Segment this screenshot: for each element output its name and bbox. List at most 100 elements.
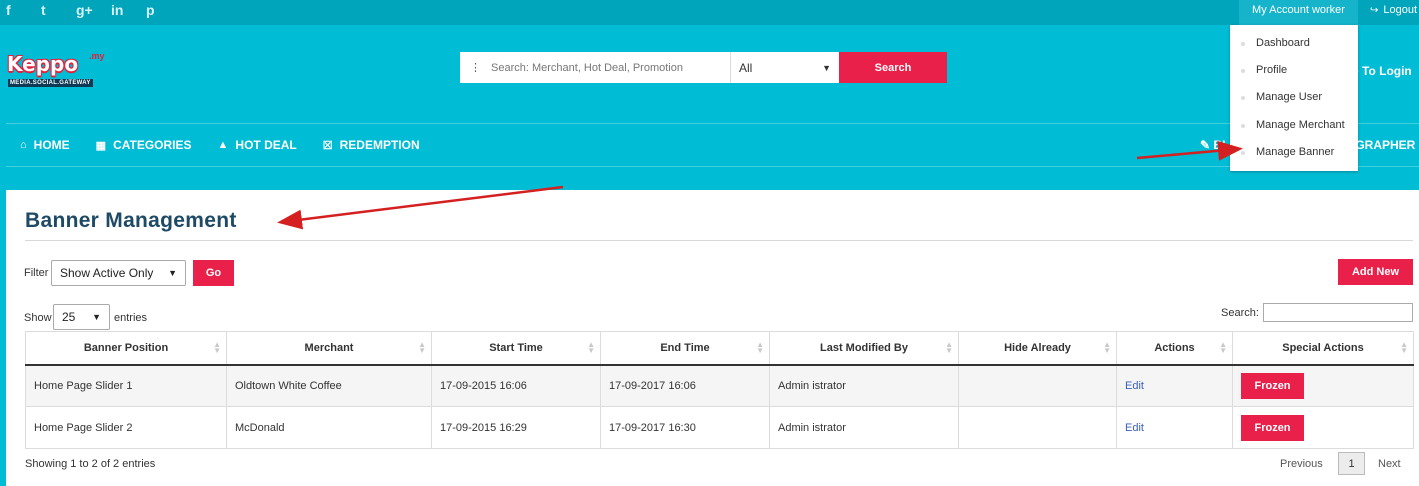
google-plus-icon[interactable]: g+ — [76, 2, 111, 18]
frozen-button[interactable]: Frozen — [1241, 414, 1304, 441]
table-search-label: Search: — [1221, 307, 1259, 319]
cell-actions: Edit — [1116, 406, 1233, 449]
column-header[interactable]: Actions ▲ ▼ — [1116, 331, 1233, 366]
pagination-previous[interactable]: Previous — [1280, 458, 1323, 470]
logo-wordmark: Keppo — [7, 52, 79, 76]
pagination-page-1[interactable]: 1 — [1338, 452, 1365, 475]
nav-categories[interactable]: ▦ CATEGORIES — [96, 138, 192, 152]
logout-icon: ↪ — [1370, 5, 1379, 16]
filter-select[interactable]: Show Active Only ▼ — [51, 260, 186, 286]
column-header[interactable]: Hide Already ▲ ▼ — [958, 331, 1117, 366]
edit-link[interactable]: Edit — [1125, 422, 1144, 434]
cell-hide-already — [958, 406, 1117, 449]
menu-item-manage-banner[interactable]: Manage Banner — [1241, 146, 1334, 158]
top-bar: f t g+ in p My Account worker ↪ Logout — [0, 0, 1419, 25]
login-link[interactable]: e To Login — [1352, 64, 1412, 78]
site-logo[interactable]: Keppo .my MEDIA.SOCIAL.GATEWAY — [7, 50, 125, 92]
cell-special-actions: Frozen — [1232, 406, 1414, 449]
caret-down-icon: ▼ — [822, 62, 831, 73]
search-input[interactable]: ⋮ Search: Merchant, Hot Deal, Promotion — [460, 52, 730, 83]
column-header[interactable]: Start Time ▲ ▼ — [431, 331, 601, 366]
logo-domain: .my — [89, 51, 105, 61]
nav-home[interactable]: ⌂ HOME — [20, 138, 70, 152]
filter-label: Filter — [24, 267, 49, 279]
menu-item-dashboard[interactable]: Dashboard — [1241, 37, 1310, 49]
menu-item-profile[interactable]: Profile — [1241, 64, 1287, 76]
cell-end-time: 17-09-2017 16:30 — [600, 406, 770, 449]
caret-down-icon: ▼ — [92, 312, 101, 322]
nav-hot-deal[interactable]: ▲ HOT DEAL — [218, 138, 297, 152]
column-header[interactable]: Banner Position ▲ ▼ — [25, 331, 227, 366]
bullet-icon — [1241, 151, 1245, 155]
sort-icon: ▲ ▼ — [1219, 340, 1227, 355]
main-nav: ⌂ HOME ▦ CATEGORIES ▲ HOT DEAL ☒ REDEMPT… — [20, 138, 446, 152]
search-handle-icon: ⋮ — [470, 62, 481, 74]
my-account-button[interactable]: My Account worker — [1239, 0, 1358, 25]
column-header[interactable]: Merchant ▲ ▼ — [226, 331, 432, 366]
linkedin-icon[interactable]: in — [111, 2, 146, 18]
sort-icon: ▲ ▼ — [587, 340, 595, 355]
nav-categories-label: CATEGORIES — [113, 138, 192, 152]
pinterest-icon[interactable]: p — [146, 2, 181, 18]
menu-item-manage-user[interactable]: Manage User — [1241, 91, 1322, 103]
search-placeholder: Search: Merchant, Hot Deal, Promotion — [491, 61, 683, 74]
logo-tagline: MEDIA.SOCIAL.GATEWAY — [8, 79, 93, 87]
site-search: ⋮ Search: Merchant, Hot Deal, Promotion … — [460, 52, 947, 83]
add-new-button[interactable]: Add New — [1338, 259, 1413, 285]
bullet-icon — [1241, 124, 1245, 128]
social-links: f t g+ in p — [6, 2, 181, 18]
banner-table: Banner Position ▲ ▼ Merchant ▲ ▼ Start Time ▲… — [25, 331, 1414, 449]
column-header[interactable]: Special Actions ▲ ▼ — [1232, 331, 1414, 366]
menu-item-manage-merchant[interactable]: Manage Merchant — [1241, 119, 1345, 131]
table-row: Home Page Slider 1 Oldtown White Coffee … — [25, 364, 1414, 407]
nav-blog[interactable]: ✎ BL — [1200, 138, 1229, 152]
pagination-next[interactable]: Next — [1378, 458, 1401, 470]
column-header[interactable]: Last Modified By ▲ ▼ — [769, 331, 959, 366]
go-button[interactable]: Go — [193, 260, 234, 286]
sort-icon: ▲ ▼ — [1400, 340, 1408, 355]
sort-icon: ▲ ▼ — [756, 340, 764, 355]
bullet-icon — [1241, 42, 1245, 46]
cell-special-actions: Frozen — [1232, 364, 1414, 407]
logout-button[interactable]: ↪ Logout — [1370, 0, 1417, 25]
cell-end-time: 17-09-2017 16:06 — [600, 364, 770, 407]
cell-start-time: 17-09-2015 16:06 — [431, 364, 601, 407]
cell-hide-already — [958, 364, 1117, 407]
gift-icon: ☒ — [322, 139, 333, 152]
facebook-icon[interactable]: f — [6, 2, 41, 18]
cell-last-modified-by: Admin istrator — [769, 406, 959, 449]
column-header[interactable]: End Time ▲ ▼ — [600, 331, 770, 366]
grid-icon: ▦ — [95, 139, 107, 152]
search-button[interactable]: Search — [839, 52, 947, 83]
table-search-input[interactable] — [1263, 303, 1413, 322]
table-header-row: Banner Position ▲ ▼ Merchant ▲ ▼ Start Time ▲… — [25, 331, 1414, 366]
nav-hot-deal-label: HOT DEAL — [235, 138, 297, 152]
cell-start-time: 17-09-2015 16:29 — [431, 406, 601, 449]
edit-link[interactable]: Edit — [1125, 380, 1144, 392]
show-label: Show — [24, 312, 52, 324]
nav-redemption-label: REDEMPTION — [339, 138, 420, 152]
content-panel: Banner Management Filter Show Active Onl… — [6, 190, 1419, 486]
twitter-icon[interactable]: t — [41, 2, 76, 18]
sort-icon: ▲ ▼ — [418, 340, 426, 355]
filter-value: Show Active Only — [60, 266, 154, 280]
table-row: Home Page Slider 2 McDonald 17-09-2015 1… — [25, 406, 1414, 449]
page-length-select[interactable]: 25 ▼ — [53, 304, 110, 330]
pencil-icon: ✎ — [1200, 138, 1211, 152]
sort-icon: ▲ ▼ — [213, 340, 221, 355]
title-divider — [25, 240, 1413, 241]
caret-down-icon: ▼ — [168, 268, 177, 278]
bullet-icon — [1241, 69, 1245, 73]
table-info: Showing 1 to 2 of 2 entries — [25, 458, 156, 470]
nav-divider-bottom — [6, 166, 1419, 167]
frozen-button[interactable]: Frozen — [1241, 372, 1304, 399]
search-category-select[interactable]: All ▼ — [730, 52, 839, 83]
nav-redemption[interactable]: ☒ REDEMPTION — [323, 138, 420, 152]
page-length-value: 25 — [62, 310, 76, 324]
cell-last-modified-by: Admin istrator — [769, 364, 959, 407]
logout-label: Logout — [1383, 4, 1418, 16]
sort-icon: ▲ ▼ — [945, 340, 953, 355]
fire-icon: ▲ — [217, 139, 229, 151]
cell-merchant: Oldtown White Coffee — [226, 364, 432, 407]
home-icon: ⌂ — [20, 139, 27, 151]
